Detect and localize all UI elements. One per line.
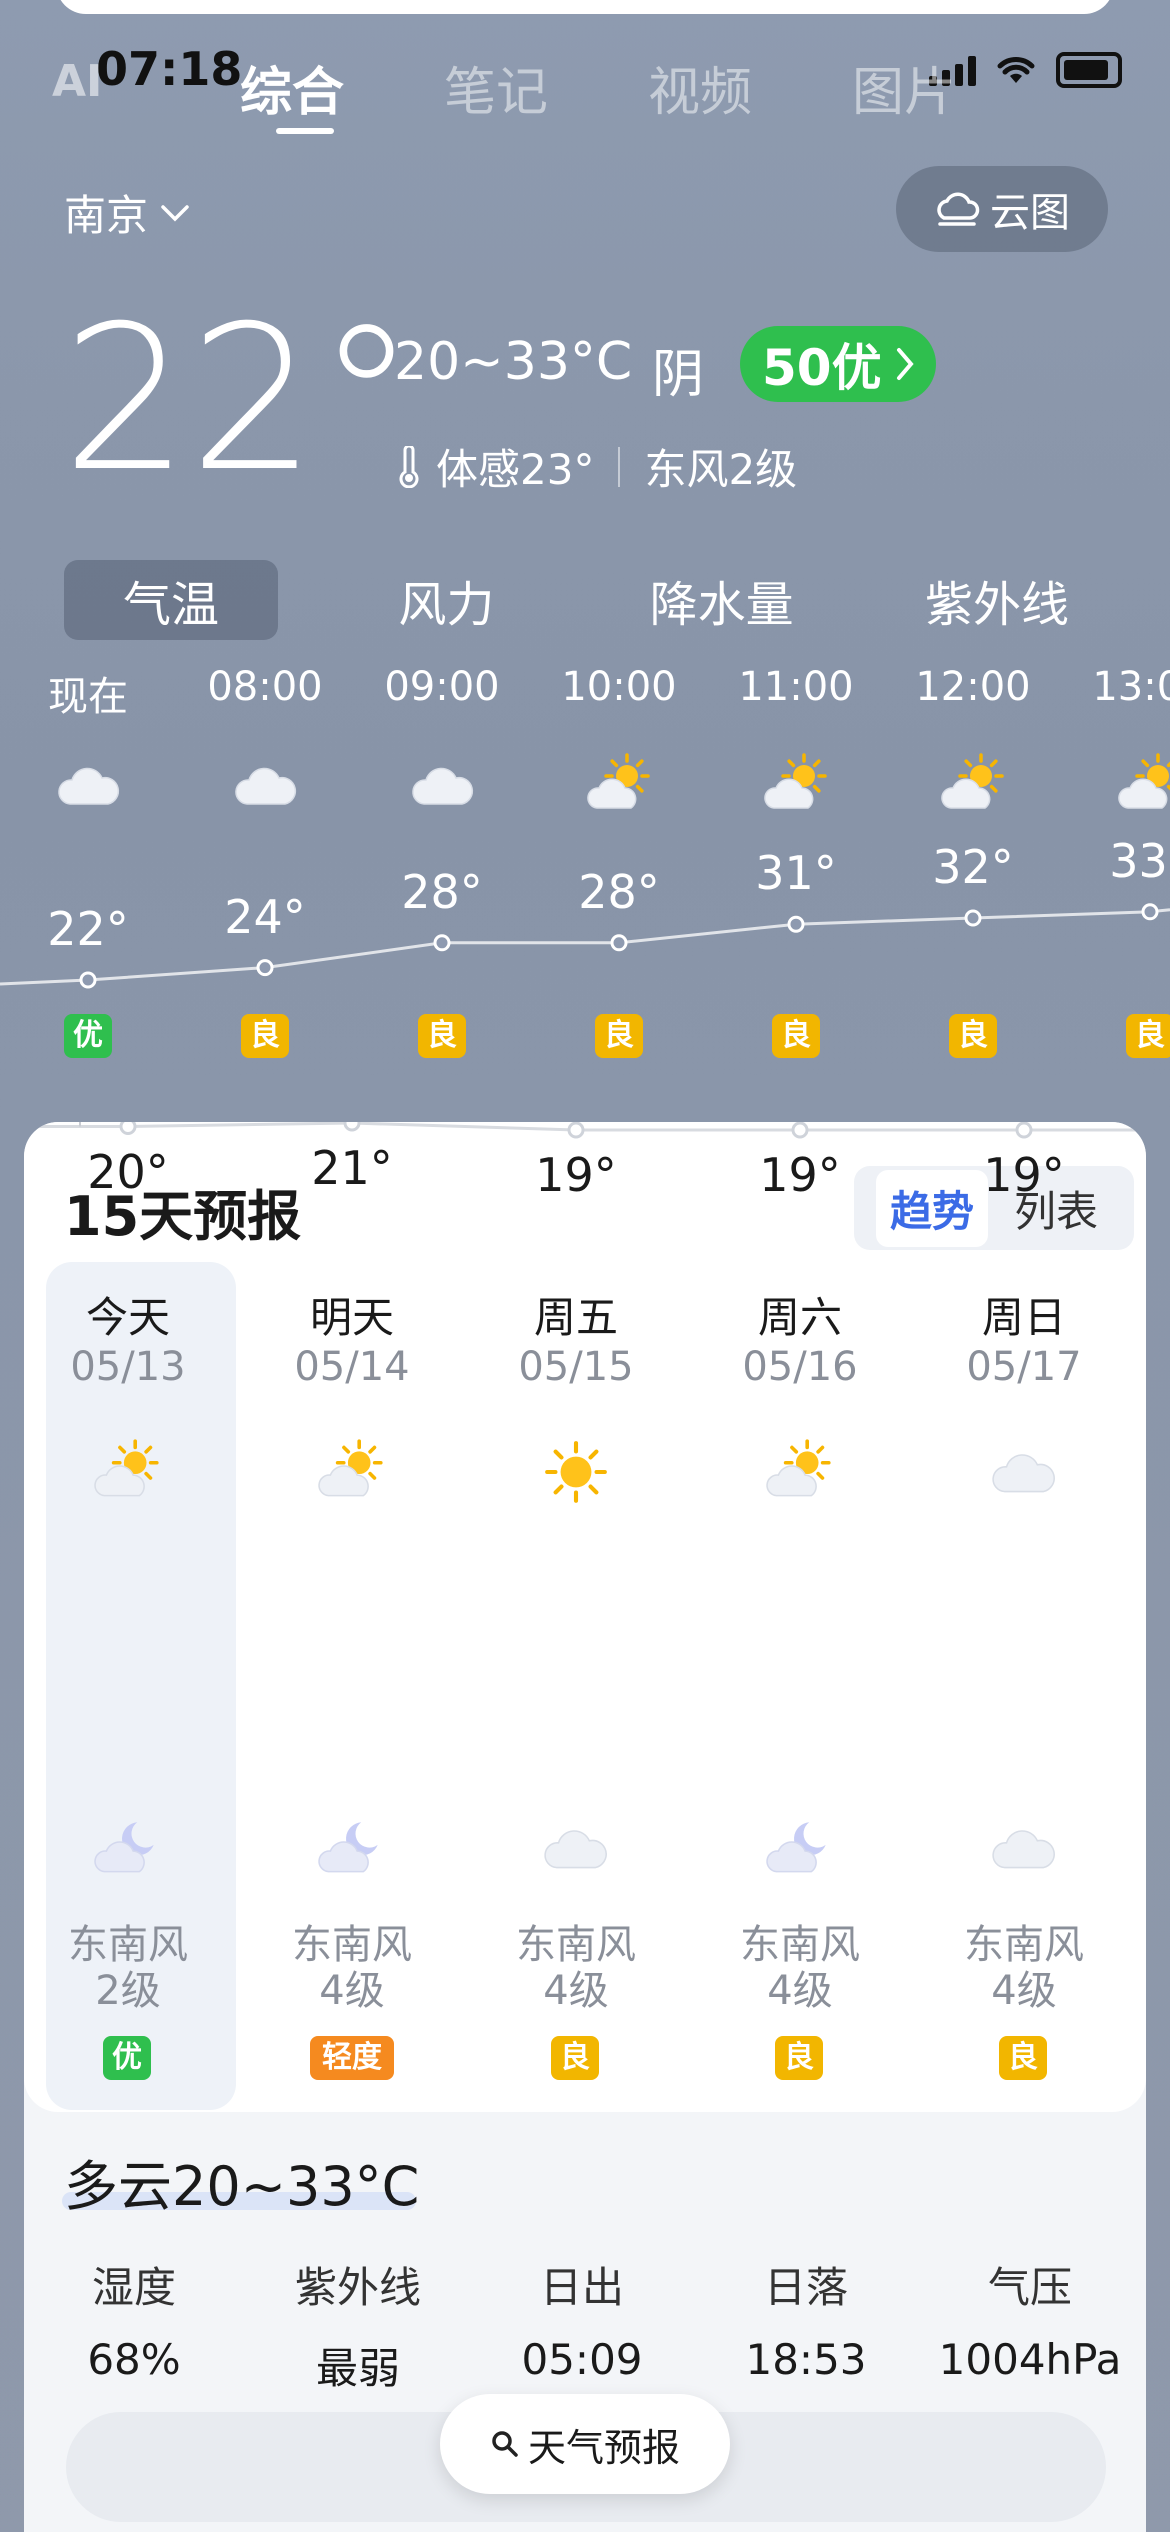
tab-notes[interactable]: 笔记 (444, 50, 648, 125)
stat-item: 湿度 68% (34, 2254, 234, 2384)
tab-videos[interactable]: 视频 (648, 50, 852, 125)
search-bar-remnant[interactable] (56, 0, 1114, 14)
stat-label: 紫外线 (294, 2263, 421, 2312)
stat-value: 18:53 (745, 2335, 867, 2384)
status-time: 07:18 (96, 42, 243, 96)
air-quality-chip: 优 (64, 1014, 112, 1058)
air-quality-chip: 良 (241, 1014, 289, 1058)
hour-label: 12:00 (915, 664, 1031, 710)
tab-images[interactable]: 图片 (852, 50, 1056, 125)
stat-item: 日出 05:09 (482, 2254, 682, 2384)
city-selector[interactable]: 南京 (64, 182, 190, 243)
hour-label: 现在 (48, 674, 128, 720)
hour-temp: 24° (224, 889, 306, 944)
air-quality-chip: 良 (418, 1014, 466, 1058)
chevron-right-icon (896, 348, 914, 380)
hour-temp: 33° (1109, 833, 1170, 888)
feels-like-row: 体感23° 东风2级 (396, 436, 797, 497)
hourly-item: 13:00 33° 良 (1062, 640, 1170, 1100)
current-wind: 东风2级 (644, 445, 798, 494)
cloud-map-icon (937, 192, 980, 226)
low-point (567, 1122, 585, 1139)
stat-label: 日落 (763, 2263, 848, 2312)
top-tabs: 综合 笔记 视频 图片 (240, 50, 1056, 125)
low-point (1015, 1122, 1033, 1139)
hourly-item: 11:00 31° 良 (708, 640, 884, 1100)
hour-label: 08:00 (207, 664, 323, 710)
current-condition: 阴 (652, 345, 705, 405)
hour-label: 09:00 (384, 664, 500, 710)
hour-temp: 28° (578, 864, 660, 919)
cloud-icon (231, 750, 301, 820)
stat-label: 日出 (539, 2263, 624, 2312)
current-temperature: 22° (62, 283, 417, 516)
cloud-icon (54, 750, 124, 820)
tab-wind[interactable]: 风力 (339, 560, 553, 640)
stat-label: 湿度 (91, 2263, 176, 2312)
daily-temp-lines (24, 1122, 1146, 1139)
cloud-icon (408, 750, 478, 820)
summary-title: 多云20~33°C (64, 2155, 420, 2218)
metric-tabs: 气温 风力 降水量 紫外线 (64, 560, 1104, 640)
stat-value: 68% (87, 2335, 181, 2384)
search-icon (492, 2431, 518, 2457)
today-range: 20~33°C (394, 332, 633, 392)
stat-item: 气压 1004hPa (930, 2254, 1130, 2384)
low-point (119, 1122, 137, 1135)
stat-value: 1004hPa (938, 2335, 1122, 2384)
hourly-forecast[interactable]: 现在 22° 优 08:00 24° 良 09:00 28° 良 10:00 28° 良 11:00 31… (0, 640, 1170, 1100)
cloud-map-label: 云图 (990, 190, 1070, 236)
air-quality-chip: 良 (772, 1014, 820, 1058)
chevron-down-icon (161, 204, 189, 221)
hour-label: 10:00 (561, 664, 677, 710)
tab-comprehensive[interactable]: 综合 (240, 50, 444, 125)
stat-label: 气压 (987, 2263, 1072, 2312)
partly-sunny-icon (585, 750, 655, 820)
hour-temp: 22° (47, 902, 129, 956)
low-point (791, 1122, 809, 1139)
air-quality-chip: 良 (949, 1014, 997, 1058)
aqi-badge[interactable]: 50优 (740, 326, 936, 402)
thermometer-icon (399, 445, 419, 488)
hour-temp: 31° (755, 846, 837, 901)
stat-value: 最弱 (315, 2344, 400, 2393)
stat-item: 紫外线 最弱 (258, 2254, 458, 2396)
hourly-item: 09:00 28° 良 (354, 640, 530, 1100)
hourly-item: 12:00 32° 良 (885, 640, 1061, 1100)
app-logo: AI (52, 56, 103, 107)
battery-icon (1056, 52, 1122, 88)
low-point (343, 1122, 361, 1132)
divider (618, 446, 621, 487)
hourly-item: 现在 22° 优 (0, 640, 176, 1100)
stat-value: 05:09 (521, 2335, 643, 2384)
city-name: 南京 (64, 191, 149, 240)
active-tab-indicator (276, 128, 334, 134)
partly-sunny-icon (1116, 750, 1170, 820)
tab-uv[interactable]: 紫外线 (890, 560, 1104, 640)
partly-sunny-icon (762, 750, 832, 820)
partly-sunny-icon (939, 750, 1009, 820)
tab-temperature[interactable]: 气温 (64, 560, 278, 640)
hour-temp: 32° (932, 840, 1014, 894)
search-pill-label: 天气预报 (527, 2425, 680, 2470)
air-quality-chip: 良 (1126, 1014, 1170, 1058)
hourly-item: 10:00 28° 良 (531, 640, 707, 1100)
forecast-card: 15天预报 趋势 列表 今天05/1333°20°东南风2级优明天05/1432… (24, 1122, 1146, 2532)
forecast-panel: 15天预报 趋势 列表 今天05/1333°20°东南风2级优明天05/1432… (24, 1122, 1146, 2112)
hour-label: 11:00 (738, 664, 854, 710)
stat-item: 日落 18:53 (706, 2254, 906, 2384)
hourly-item: 08:00 24° 良 (177, 640, 353, 1100)
feels-like: 体感23° (436, 445, 595, 494)
aqi-value: 50优 (762, 339, 882, 397)
hour-label: 13:00 (1092, 664, 1170, 710)
air-quality-chip: 良 (595, 1014, 643, 1058)
tab-precipitation[interactable]: 降水量 (615, 560, 829, 640)
cloud-map-button[interactable]: 云图 (896, 166, 1108, 252)
weather-search-pill[interactable]: 天气预报 (440, 2394, 730, 2494)
hour-temp: 28° (401, 864, 483, 919)
